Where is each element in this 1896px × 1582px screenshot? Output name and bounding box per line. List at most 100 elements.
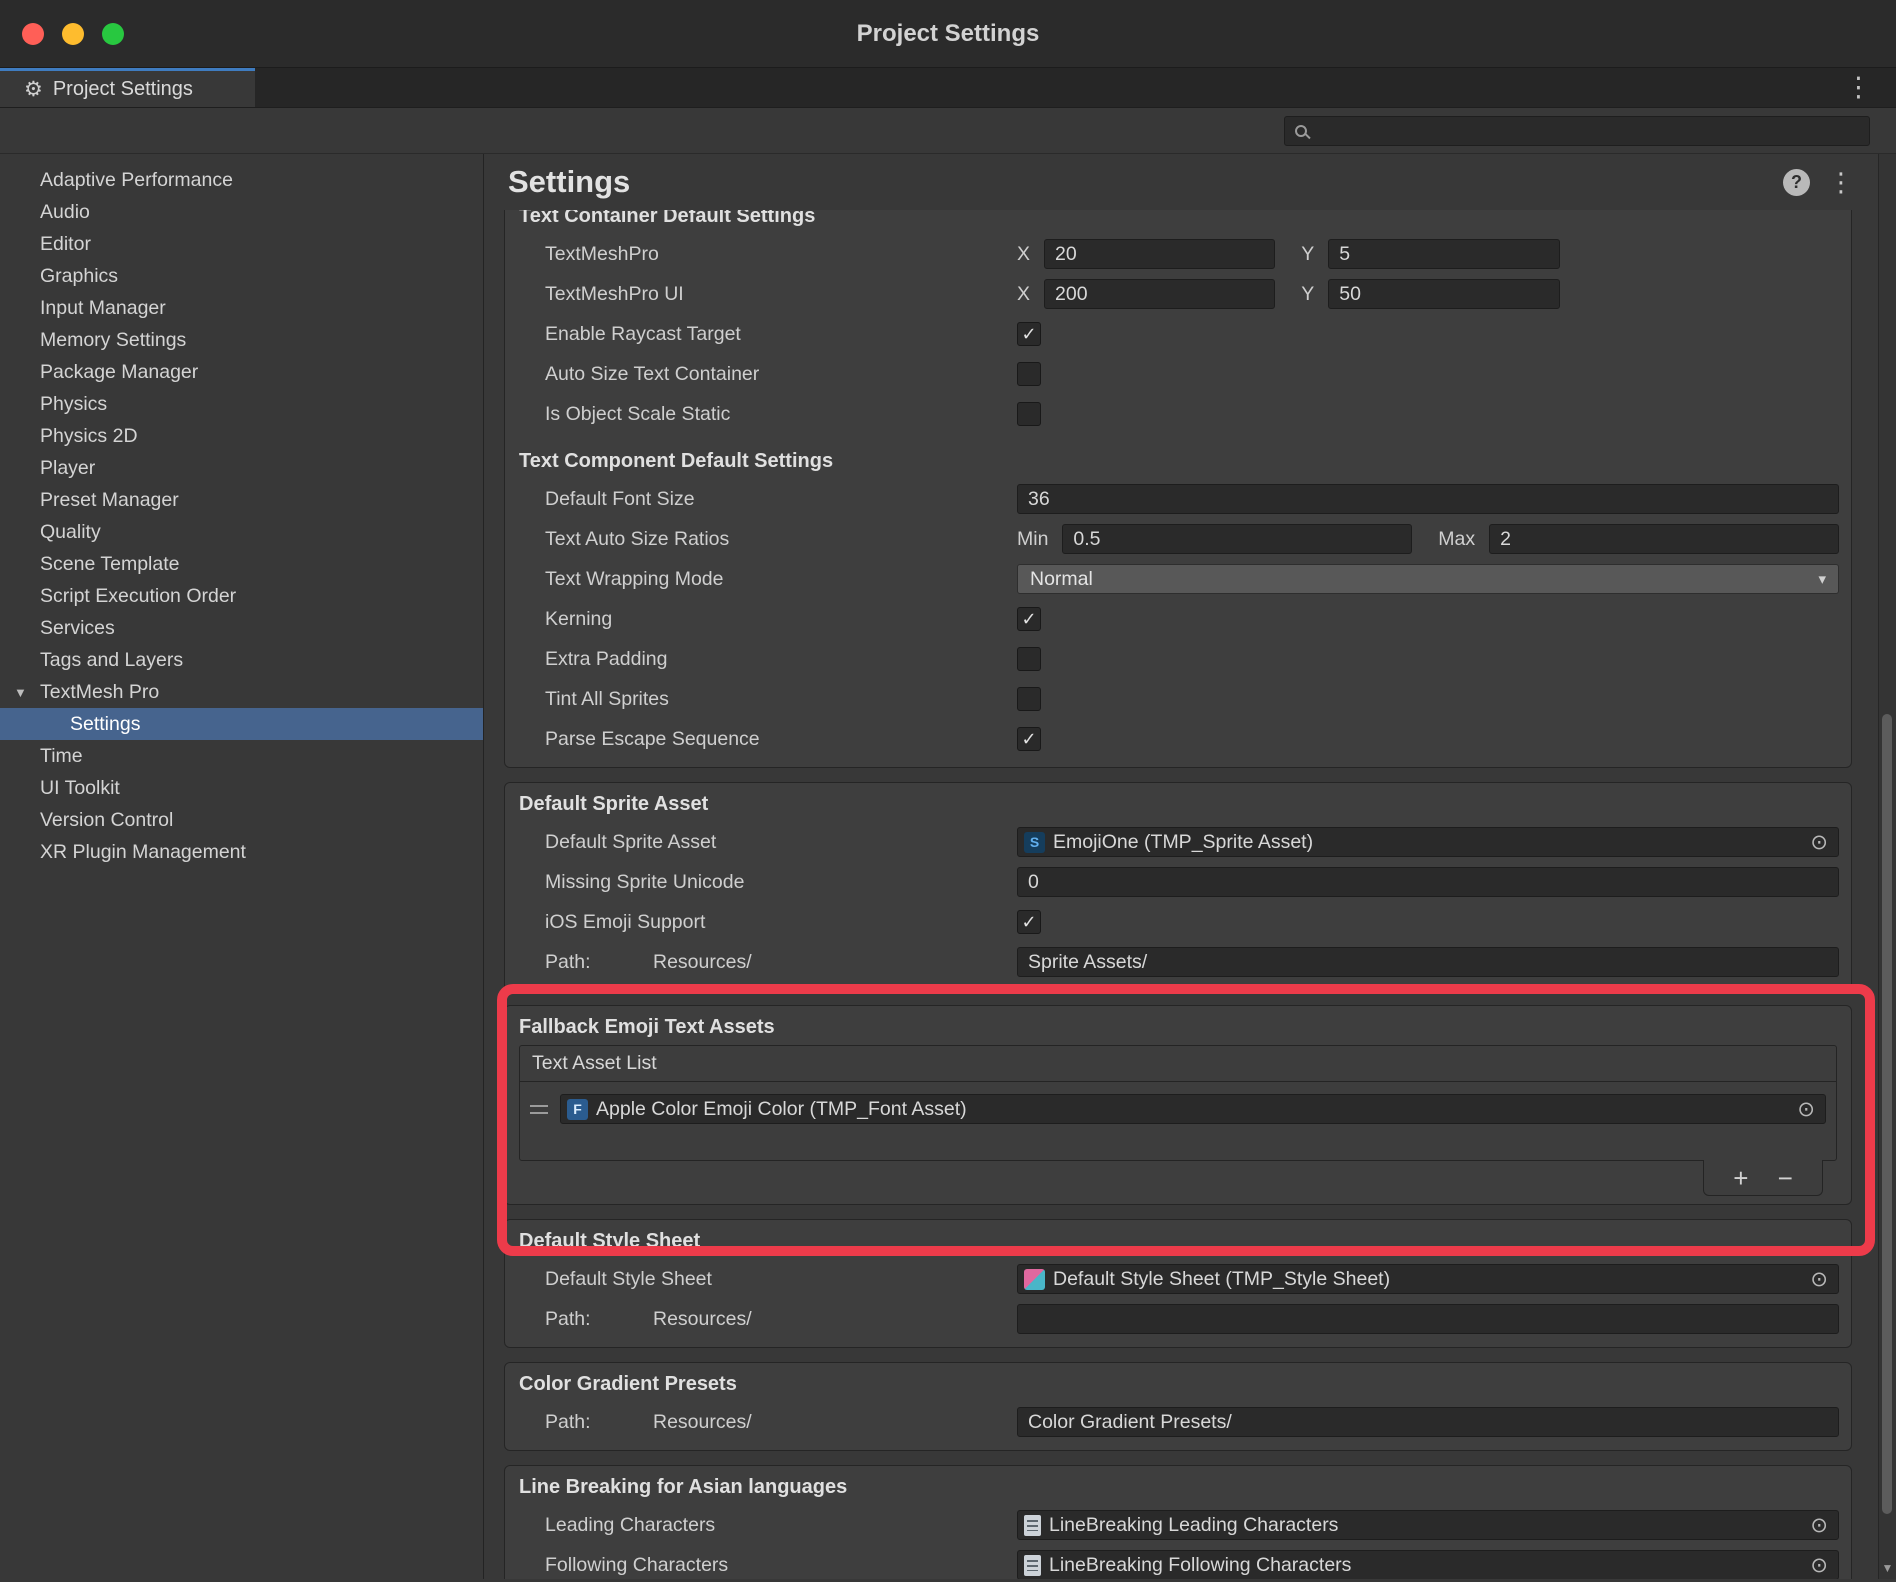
object-picker-icon[interactable]: ⊙	[1810, 1555, 1828, 1576]
row-textmeshpro: TextMeshPro X Y	[517, 234, 1839, 274]
section-color-gradient-presets: Color Gradient Presets Path: Resources/	[504, 1362, 1852, 1451]
minimize-button[interactable]	[62, 23, 84, 45]
sidebar-item-editor[interactable]: Editor	[0, 228, 483, 260]
textmeshpro-ui-x-field[interactable]	[1044, 279, 1275, 309]
row-default-font-size: Default Font Size	[517, 479, 1839, 519]
following-characters-object-field[interactable]: LineBreaking Following Characters ⊙	[1017, 1550, 1839, 1579]
parse-escape-sequence-checkbox[interactable]: ✓	[1017, 727, 1041, 751]
leading-characters-object-field[interactable]: LineBreaking Leading Characters ⊙	[1017, 1510, 1839, 1540]
gear-icon: ⚙	[24, 77, 43, 102]
panel-kebab-icon[interactable]: ⋮	[1828, 167, 1854, 198]
row-color-gradient-path: Path: Resources/	[517, 1402, 1839, 1442]
scrollbar-down-arrow-icon[interactable]: ▼	[1879, 1561, 1896, 1575]
search-input[interactable]	[1317, 120, 1859, 141]
section-title: Default Style Sheet	[519, 1230, 1839, 1253]
text-asset-list-header: Text Asset List	[520, 1046, 1836, 1082]
sidebar-item-physics-2d[interactable]: Physics 2D	[0, 420, 483, 452]
tint-all-sprites-checkbox[interactable]	[1017, 687, 1041, 711]
extra-padding-checkbox[interactable]	[1017, 647, 1041, 671]
section-line-breaking: Line Breaking for Asian languages Leadin…	[504, 1465, 1852, 1579]
sidebar-item-preset-manager[interactable]: Preset Manager	[0, 484, 483, 516]
object-picker-icon[interactable]: ⊙	[1797, 1099, 1815, 1120]
object-picker-icon[interactable]: ⊙	[1810, 1515, 1828, 1536]
auto-size-text-container-checkbox[interactable]	[1017, 362, 1041, 386]
text-asset-list-footer: + −	[517, 1161, 1839, 1196]
help-icon[interactable]: ?	[1783, 169, 1810, 196]
default-style-sheet-object-field[interactable]: Default Style Sheet (TMP_Style Sheet) ⊙	[1017, 1264, 1839, 1294]
window-titlebar: Project Settings	[0, 0, 1896, 68]
sprite-path-field[interactable]	[1017, 947, 1839, 977]
auto-size-min-field[interactable]	[1062, 524, 1412, 554]
is-object-scale-static-checkbox[interactable]	[1017, 402, 1041, 426]
text-wrapping-mode-dropdown[interactable]: Normal ▾	[1017, 564, 1839, 594]
sidebar-item-script-execution-order[interactable]: Script Execution Order	[0, 580, 483, 612]
default-font-size-field[interactable]	[1017, 484, 1839, 514]
scrollbar-thumb[interactable]	[1882, 714, 1892, 1514]
remove-item-button[interactable]: −	[1778, 1165, 1793, 1191]
sidebar-item-package-manager[interactable]: Package Manager	[0, 356, 483, 388]
kerning-checkbox[interactable]: ✓	[1017, 607, 1041, 631]
search-box[interactable]	[1284, 116, 1870, 146]
settings-panel-header: Settings ? ⋮	[484, 154, 1878, 210]
sidebar-item-scene-template[interactable]: Scene Template	[0, 548, 483, 580]
row-following-characters: Following Characters LineBreaking Follow…	[517, 1545, 1839, 1579]
check-icon: ✓	[1021, 730, 1036, 748]
auto-size-max-field[interactable]	[1489, 524, 1839, 554]
dropdown-arrow-icon: ▾	[1818, 570, 1826, 588]
sidebar-item-audio[interactable]: Audio	[0, 196, 483, 228]
sidebar-item-version-control[interactable]: Version Control	[0, 804, 483, 836]
row-ios-emoji-support: iOS Emoji Support ✓	[517, 902, 1839, 942]
ios-emoji-support-checkbox[interactable]: ✓	[1017, 910, 1041, 934]
style-sheet-path-field[interactable]	[1017, 1304, 1839, 1334]
sidebar-item-time[interactable]: Time	[0, 740, 483, 772]
enable-raycast-target-checkbox[interactable]: ✓	[1017, 322, 1041, 346]
object-picker-icon[interactable]: ⊙	[1810, 832, 1828, 853]
window-title: Project Settings	[857, 20, 1040, 48]
default-sprite-asset-object-field[interactable]: S EmojiOne (TMP_Sprite Asset) ⊙	[1017, 827, 1839, 857]
missing-sprite-unicode-field[interactable]	[1017, 867, 1839, 897]
sidebar-item-xr-plugin-management[interactable]: XR Plugin Management	[0, 836, 483, 868]
row-parse-escape-sequence: Parse Escape Sequence ✓	[517, 719, 1839, 759]
object-picker-icon[interactable]: ⊙	[1810, 1269, 1828, 1290]
textmeshpro-y-field[interactable]	[1328, 239, 1559, 269]
sidebar-item-player[interactable]: Player	[0, 452, 483, 484]
settings-scrollview: Text Container Default Settings TextMesh…	[484, 210, 1878, 1579]
section-title: Color Gradient Presets	[519, 1373, 1839, 1396]
sidebar-item-textmesh-pro[interactable]: ▼ TextMesh Pro	[0, 676, 483, 708]
text-asset-icon	[1024, 1555, 1041, 1576]
chevron-down-icon[interactable]: ▼	[14, 685, 27, 700]
text-asset-list-body: F Apple Color Emoji Color (TMP_Font Asse…	[520, 1082, 1836, 1160]
sidebar-item-services[interactable]: Services	[0, 612, 483, 644]
sidebar-item-quality[interactable]: Quality	[0, 516, 483, 548]
settings-sidebar: Adaptive Performance Audio Editor Graphi…	[0, 154, 484, 1579]
text-asset-list: Text Asset List F Apple Color Emoji Colo…	[519, 1045, 1837, 1161]
vertical-scrollbar[interactable]: ▼	[1878, 154, 1896, 1579]
sidebar-item-tags-and-layers[interactable]: Tags and Layers	[0, 644, 483, 676]
row-default-sprite-asset: Default Sprite Asset S EmojiOne (TMP_Spr…	[517, 822, 1839, 862]
sidebar-item-memory-settings[interactable]: Memory Settings	[0, 324, 483, 356]
sidebar-item-ui-toolkit[interactable]: UI Toolkit	[0, 772, 483, 804]
xy-group: X Y	[1017, 279, 1560, 309]
sidebar-item-physics[interactable]: Physics	[0, 388, 483, 420]
textmeshpro-ui-y-field[interactable]	[1328, 279, 1559, 309]
sidebar-item-input-manager[interactable]: Input Manager	[0, 292, 483, 324]
sidebar-item-adaptive-performance[interactable]: Adaptive Performance	[0, 164, 483, 196]
section-default-style-sheet: Default Style Sheet Default Style Sheet …	[504, 1219, 1852, 1348]
section-title: Text Component Default Settings	[519, 450, 1839, 473]
font-asset-icon: F	[567, 1099, 588, 1120]
add-item-button[interactable]: +	[1733, 1165, 1748, 1191]
color-gradient-path-field[interactable]	[1017, 1407, 1839, 1437]
sidebar-item-graphics[interactable]: Graphics	[0, 260, 483, 292]
zoom-button[interactable]	[102, 23, 124, 45]
row-style-sheet-path: Path: Resources/	[517, 1299, 1839, 1339]
drag-handle-icon[interactable]	[530, 1105, 548, 1114]
sidebar-item-textmesh-pro-settings[interactable]: Settings	[0, 708, 483, 740]
tab-project-settings[interactable]: ⚙ Project Settings	[0, 68, 255, 107]
close-button[interactable]	[22, 23, 44, 45]
textmeshpro-x-field[interactable]	[1044, 239, 1275, 269]
search-icon	[1295, 125, 1307, 137]
fallback-font-asset-object-field[interactable]: F Apple Color Emoji Color (TMP_Font Asse…	[560, 1094, 1826, 1124]
search-row	[0, 108, 1896, 154]
tab-menu-kebab-icon[interactable]: ⋮	[1845, 72, 1896, 103]
row-is-object-scale-static: Is Object Scale Static	[517, 394, 1839, 434]
